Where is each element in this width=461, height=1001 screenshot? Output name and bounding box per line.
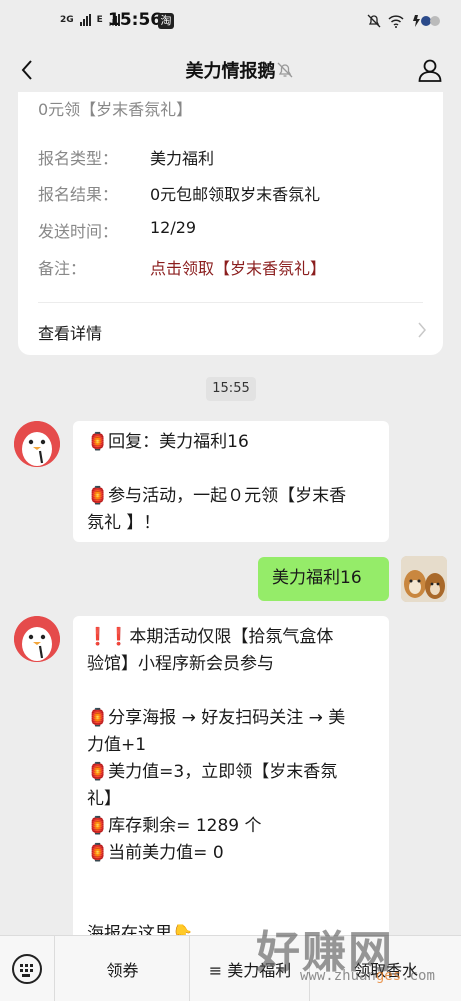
message-line: 🏮库存剩余= 1289 个 xyxy=(87,816,262,836)
watermark-url-part: ges xyxy=(375,968,402,984)
wifi-icon xyxy=(388,14,404,28)
message-line: 🏮参与活动，一起０元领【岁末香 xyxy=(87,486,347,506)
network-2g-label: 2G xyxy=(60,15,74,25)
keyboard-icon[interactable] xyxy=(12,954,42,984)
nav-bar: 美力情报鹅 xyxy=(0,48,461,92)
message-line: 美力福利16 xyxy=(272,568,362,588)
watermark-url-part: .com xyxy=(401,968,435,984)
user-avatar[interactable] xyxy=(401,556,447,602)
signal-icon xyxy=(79,14,91,26)
menu-tab-coupon[interactable]: 领券 xyxy=(54,936,190,1001)
penguin-avatar-icon xyxy=(14,421,60,467)
taobao-badge: 淘 xyxy=(158,13,174,29)
row-value: 12/29 xyxy=(150,218,197,237)
message-timestamp: 15:55 xyxy=(206,377,256,401)
battery-icon xyxy=(413,15,440,27)
view-details-link[interactable]: 查看详情 xyxy=(38,320,102,344)
site-watermark: 好赚网 www.zhuanges.com xyxy=(250,916,450,996)
row-value: 0元包邮领取岁末香氛礼 xyxy=(150,185,321,204)
row-key: 发送时间： xyxy=(38,222,119,241)
chat-title: 美力情报鹅 xyxy=(185,61,276,82)
bot-avatar[interactable] xyxy=(14,421,60,467)
message-line: 🏮回复：美力福利16 xyxy=(87,432,249,452)
row-key: 报名结果： xyxy=(38,185,119,204)
row-key: 备注： xyxy=(38,259,87,278)
message-line: 🏮当前美力值= 0 xyxy=(87,843,224,863)
status-bar: 2G E 15:56 淘 xyxy=(0,0,461,48)
muted-bell-icon xyxy=(277,62,293,78)
network-e-label: E xyxy=(96,15,103,25)
status-icons xyxy=(367,14,443,28)
penguin-avatar-icon xyxy=(14,616,60,662)
mute-bell-icon xyxy=(367,14,381,28)
chevron-right-icon xyxy=(418,322,426,338)
row-value-link[interactable]: 点击领取【岁末香氛礼】 xyxy=(150,255,326,279)
registration-card[interactable]: 0元领【岁末香氛礼】 报名类型： 美力福利 报名结果： 0元包邮领取岁末香氛礼 … xyxy=(18,92,443,355)
card-header: 0元领【岁末香氛礼】 xyxy=(38,100,193,119)
dog-avatar-icon xyxy=(401,556,447,602)
row-key: 报名类型： xyxy=(38,149,119,168)
message-line: 力值+1 xyxy=(87,735,147,755)
message-line: 氛礼 】！ xyxy=(87,513,161,533)
clock: 15:56 xyxy=(108,10,163,30)
message-line: 验馆】小程序新会员参与 xyxy=(87,654,274,674)
bot-message-bubble[interactable]: 🏮回复：美力福利16 🏮参与活动，一起０元领【岁末香 氛礼 】！ xyxy=(73,421,389,542)
bot-avatar[interactable] xyxy=(14,616,60,662)
message-line: 🏮分享海报 → 好友扫码关注 → 美 xyxy=(87,708,346,728)
bot-message-bubble-long[interactable]: ❗❗本期活动仅限【拾氛气盒体 验馆】小程序新会员参与 🏮分享海报 → 好友扫码关… xyxy=(73,616,389,946)
profile-icon[interactable] xyxy=(417,57,443,83)
user-message-bubble[interactable]: 美力福利16 xyxy=(258,557,389,601)
card-divider xyxy=(38,302,423,303)
message-line: ❗❗本期活动仅限【拾氛气盒体 xyxy=(87,627,334,647)
message-line: 礼】 xyxy=(87,789,121,809)
message-line: 🏮美力值=3，立即领【岁末香氛 xyxy=(87,762,338,782)
watermark-url-part: www.zhuan xyxy=(300,968,376,984)
row-value: 美力福利 xyxy=(150,149,215,168)
watermark-url: www.zhuanges.com xyxy=(300,968,435,984)
